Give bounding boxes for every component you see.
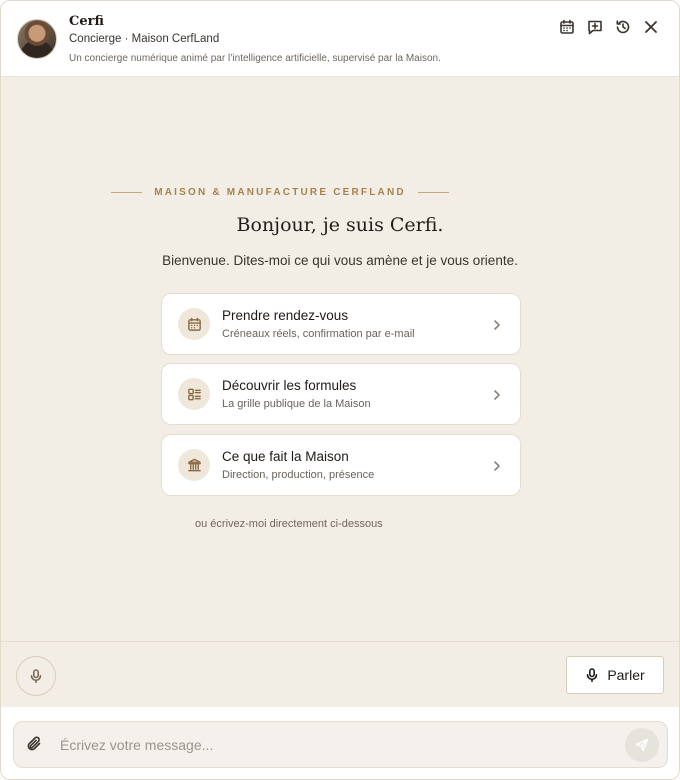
eyebrow-divider-right: [417, 191, 450, 193]
institution-icon: [187, 458, 201, 471]
eyebrow-text: MAISON & MANUFACTURE CERFLAND: [154, 186, 406, 198]
card-icon-wrap: [178, 378, 210, 410]
concierge-window: Cerfi Concierge · Maison CerfLand Un con…: [0, 0, 680, 780]
assistant-name: Cerfi: [69, 14, 104, 29]
card-icon-wrap: [178, 308, 210, 340]
close-button[interactable]: [641, 15, 661, 39]
send-icon: [635, 738, 649, 752]
speak-button[interactable]: Parler: [566, 656, 664, 694]
write-hint: ou écrivez-moi directement ci-dessous: [195, 518, 383, 530]
chevron-right-icon: [492, 388, 502, 400]
attach-button[interactable]: [26, 736, 44, 754]
eyebrow: MAISON & MANUFACTURE CERFLAND: [111, 185, 450, 199]
list-icon: [187, 388, 201, 400]
new-chat-icon: [588, 20, 602, 35]
assistant-tagline: Un concierge numérique animé par l’intel…: [69, 53, 441, 64]
voice-bar: Parler: [1, 641, 679, 707]
history-button[interactable]: [613, 15, 633, 39]
avatar: [17, 19, 57, 59]
card-title: Prendre rendez-vous: [222, 308, 349, 323]
card-subtitle: La grille publique de la Maison: [222, 398, 371, 410]
history-icon: [616, 20, 630, 34]
chevron-right-icon: [492, 459, 502, 471]
card-formulas[interactable]: Découvrir les formules La grille publiqu…: [161, 363, 521, 425]
send-button[interactable]: [625, 728, 659, 762]
header-actions: [557, 15, 661, 39]
card-title: Ce que fait la Maison: [222, 449, 349, 464]
card-icon-wrap: [178, 449, 210, 481]
paperclip-icon: [27, 736, 41, 751]
close-icon: [645, 21, 657, 33]
card-title: Découvrir les formules: [222, 378, 357, 393]
message-input[interactable]: [60, 732, 610, 758]
greeting: Bonjour, je suis Cerfi.: [236, 214, 444, 236]
intro-text: Bienvenue. Dites-moi ce qui vous amène e…: [162, 253, 518, 268]
calendar-icon: [560, 19, 574, 34]
speak-label: Parler: [607, 667, 645, 683]
calendar-icon: [187, 317, 201, 331]
calendar-button[interactable]: [557, 15, 577, 39]
microphone-icon: [30, 669, 42, 683]
header: Cerfi Concierge · Maison CerfLand Un con…: [1, 1, 679, 77]
card-appointment[interactable]: Prendre rendez-vous Créneaux réels, conf…: [161, 293, 521, 355]
eyebrow-divider-left: [111, 191, 143, 193]
card-subtitle: Créneaux réels, confirmation par e-mail: [222, 328, 415, 340]
composer: [13, 721, 668, 768]
card-subtitle: Direction, production, présence: [222, 469, 375, 481]
assistant-subtitle: Concierge · Maison CerfLand: [69, 33, 220, 45]
chevron-right-icon: [492, 318, 502, 330]
microphone-icon: [587, 668, 598, 682]
new-conversation-button[interactable]: [585, 15, 605, 39]
mic-toggle-button[interactable]: [16, 656, 56, 696]
card-about[interactable]: Ce que fait la Maison Direction, product…: [161, 434, 521, 496]
composer-area: [1, 707, 679, 779]
